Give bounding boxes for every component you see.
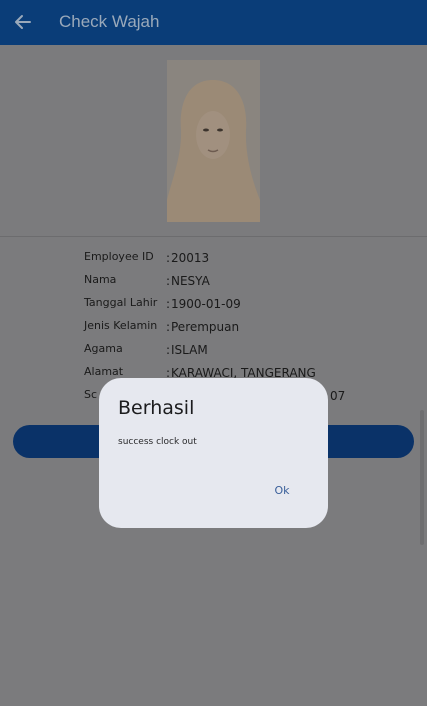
info-value: 20013: [171, 251, 210, 265]
employee-photo: [167, 60, 260, 222]
info-colon: :: [166, 343, 171, 357]
arrow-left-icon[interactable]: [13, 12, 33, 32]
info-label: Jenis Kelamin: [84, 319, 158, 332]
info-colon: :: [166, 297, 171, 311]
scrollbar[interactable]: [420, 410, 424, 545]
info-label: Employee ID: [84, 250, 154, 263]
info-value: 07: [330, 389, 346, 403]
info-label: Alamat: [84, 365, 124, 378]
info-label: Sc: [84, 388, 98, 401]
info-value: 1900-01-09: [171, 297, 241, 311]
info-label: Tanggal Lahir: [84, 296, 158, 309]
ok-button[interactable]: Ok: [267, 481, 297, 501]
info-label: Nama: [84, 273, 117, 286]
info-value: ISLAM: [171, 343, 208, 357]
divider: [0, 236, 427, 237]
dialog-message: success clock out: [118, 437, 197, 447]
page-title: Check Wajah: [59, 12, 160, 31]
info-colon: :: [166, 274, 171, 288]
main-content: Employee ID : 20013 Nama : NESYA Tanggal…: [0, 45, 427, 706]
success-dialog: Berhasil success clock out Ok: [99, 378, 328, 528]
info-label: Agama: [84, 342, 123, 355]
info-colon: :: [166, 320, 171, 334]
info-value: NESYA: [171, 274, 210, 288]
app-bar: Check Wajah: [0, 0, 427, 45]
info-colon: :: [166, 251, 171, 265]
info-value: Perempuan: [171, 320, 240, 334]
dialog-title: Berhasil: [118, 397, 195, 419]
